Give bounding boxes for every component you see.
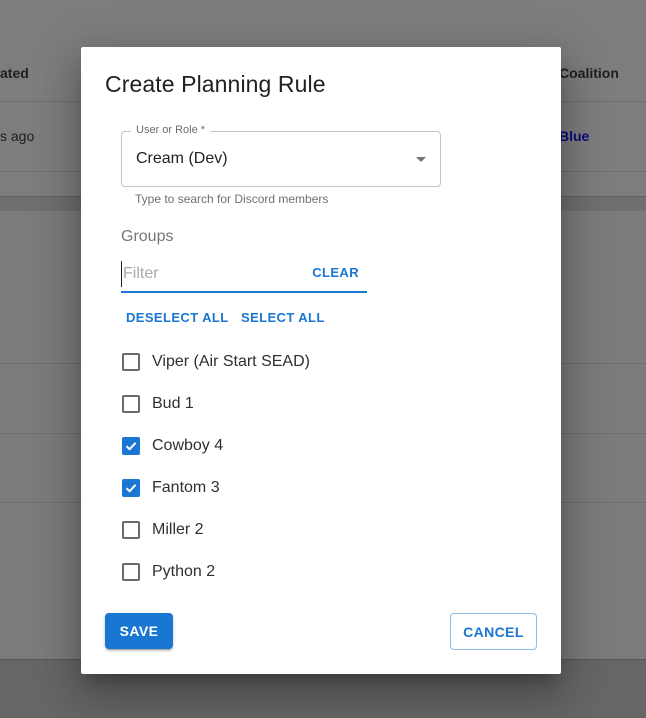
user-or-role-value: Cream (Dev)	[136, 150, 228, 167]
dropdown-arrow-icon[interactable]	[416, 157, 426, 162]
group-item-label: Viper (Air Start SEAD)	[152, 353, 310, 370]
deselect-all-button[interactable]: DESELECT ALL	[126, 310, 229, 325]
select-all-button[interactable]: SELECT ALL	[241, 310, 325, 325]
user-or-role-helper-text: Type to search for Discord members	[135, 192, 329, 206]
create-planning-rule-dialog: Create Planning Rule User or Role * Crea…	[81, 47, 561, 674]
groups-label: Groups	[121, 228, 174, 245]
cell-created: s ago	[0, 128, 35, 144]
group-item-label: Miller 2	[152, 521, 204, 538]
save-button[interactable]: SAVE	[105, 613, 173, 649]
checkbox-unchecked-icon[interactable]	[122, 521, 140, 539]
group-item[interactable]: Fantom 3	[121, 471, 381, 503]
group-item-label: Fantom 3	[152, 479, 220, 496]
user-or-role-select[interactable]: User or Role * Cream (Dev)	[121, 124, 441, 187]
group-item-label: Bud 1	[152, 395, 194, 412]
cell-coalition: Blue	[559, 128, 590, 144]
group-item[interactable]: Viper (Air Start SEAD)	[121, 345, 381, 377]
clear-filter-button[interactable]: CLEAR	[312, 265, 359, 280]
checkbox-unchecked-icon[interactable]	[122, 563, 140, 581]
dialog-title: Create Planning Rule	[105, 71, 326, 97]
groups-filter-field: CLEAR	[121, 259, 367, 293]
group-item[interactable]: Cowboy 4	[121, 429, 381, 461]
cancel-button[interactable]: CANCEL	[450, 613, 537, 650]
group-item[interactable]: Miller 2	[121, 513, 381, 545]
header-created: ated	[0, 65, 29, 81]
checkbox-checked-icon[interactable]	[122, 479, 140, 497]
group-item[interactable]: Bud 1	[121, 387, 381, 419]
header-coalition: Coalition	[559, 65, 619, 81]
checkbox-unchecked-icon[interactable]	[122, 353, 140, 371]
group-item-label: Cowboy 4	[152, 437, 224, 454]
checkbox-unchecked-icon[interactable]	[122, 395, 140, 413]
checkbox-checked-icon[interactable]	[122, 437, 140, 455]
group-item-label: Python 2	[152, 563, 216, 580]
groups-filter-input[interactable]	[121, 261, 301, 287]
group-item[interactable]: Python 2	[121, 555, 381, 587]
user-or-role-label: User or Role *	[131, 124, 211, 136]
